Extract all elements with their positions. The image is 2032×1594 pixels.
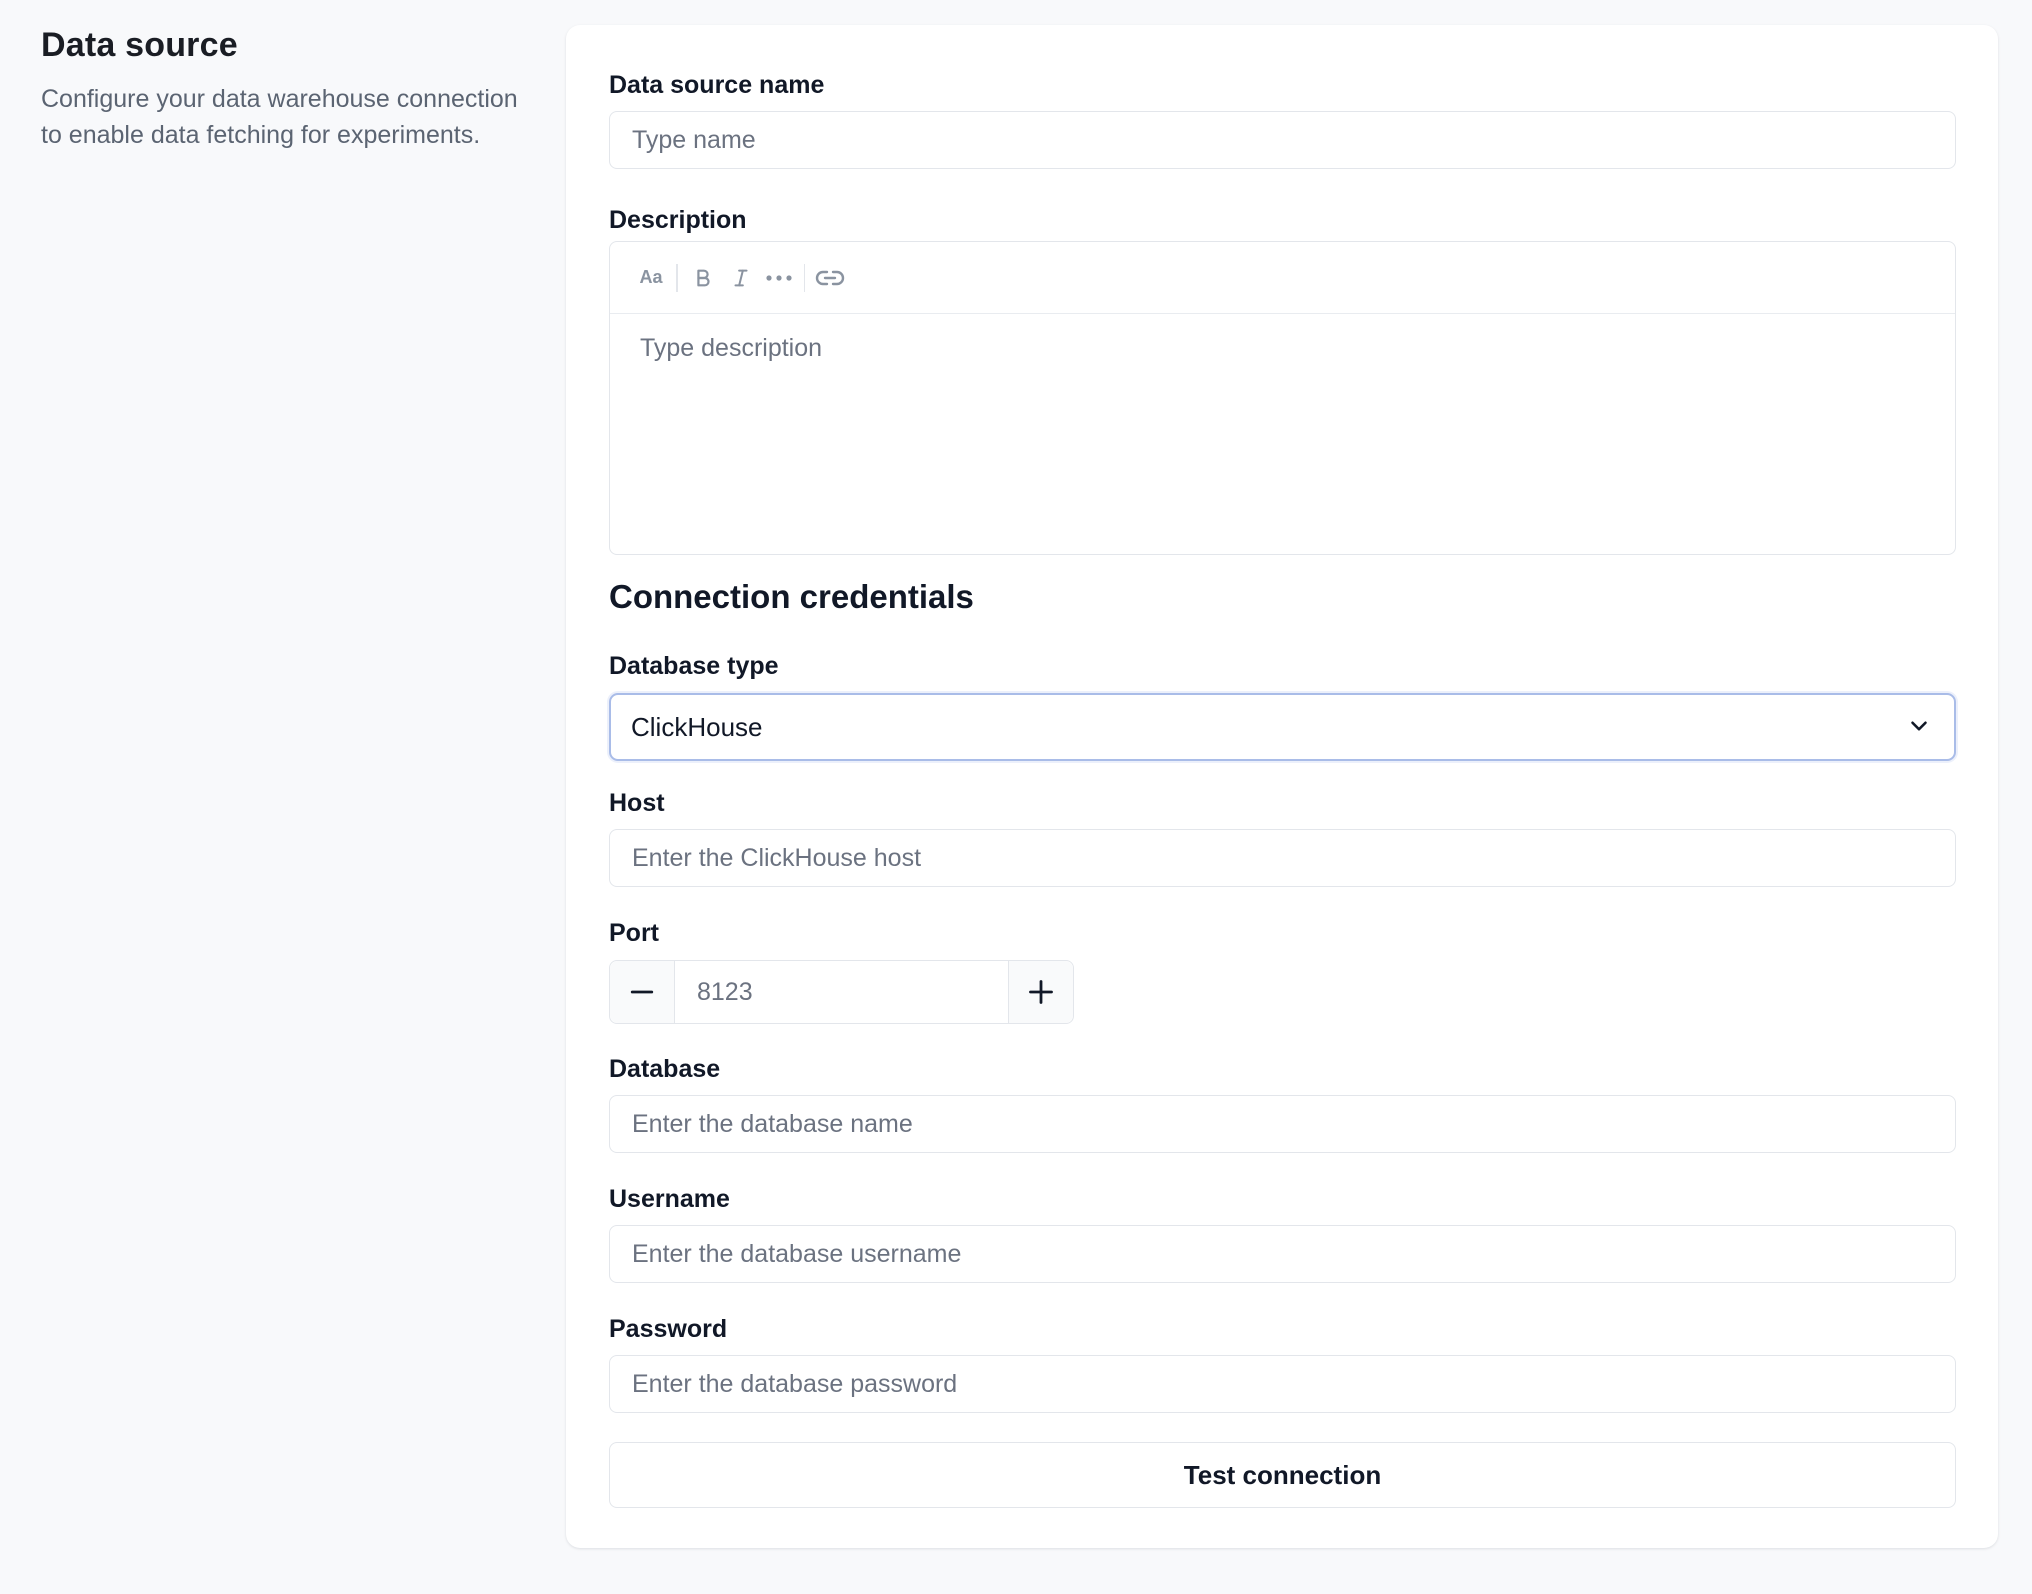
port-value: 8123 xyxy=(697,977,753,1006)
port-label: Port xyxy=(609,919,659,947)
name-label: Data source name xyxy=(609,71,825,99)
password-input-placeholder: Enter the database password xyxy=(632,1369,958,1398)
port-input[interactable]: 8123 xyxy=(675,961,1008,1023)
toolbar-divider xyxy=(803,263,805,292)
description-editor[interactable]: Aa Type description xyxy=(609,241,1956,555)
link-icon[interactable] xyxy=(811,259,849,297)
editor-toolbar: Aa xyxy=(610,242,1955,314)
database-type-label: Database type xyxy=(609,652,779,680)
database-type-select[interactable]: ClickHouse xyxy=(609,693,1956,761)
page-title: Data source xyxy=(41,26,238,64)
italic-icon[interactable] xyxy=(722,259,760,297)
minus-icon xyxy=(630,990,654,994)
username-label: Username xyxy=(609,1185,730,1213)
username-input-placeholder: Enter the database username xyxy=(632,1239,962,1268)
data-source-form-card: Data source name Type name Description A… xyxy=(566,25,1998,1548)
username-input[interactable]: Enter the database username xyxy=(609,1225,1956,1283)
port-decrement-button[interactable] xyxy=(610,961,675,1023)
name-input-placeholder: Type name xyxy=(632,125,756,154)
database-label: Database xyxy=(609,1055,721,1083)
database-input-placeholder: Enter the database name xyxy=(632,1109,913,1138)
password-label: Password xyxy=(609,1315,728,1343)
description-placeholder: Type description xyxy=(640,334,823,362)
host-label: Host xyxy=(609,789,665,817)
host-input[interactable]: Enter the ClickHouse host xyxy=(609,829,1956,887)
port-increment-button[interactable] xyxy=(1008,961,1073,1023)
connection-credentials-heading: Connection credentials xyxy=(609,578,974,615)
database-type-value: ClickHouse xyxy=(631,711,763,742)
text-style-glyph: Aa xyxy=(639,267,663,287)
chevron-down-icon xyxy=(1911,721,1927,731)
test-connection-button[interactable]: Test connection xyxy=(609,1442,1956,1508)
database-input[interactable]: Enter the database name xyxy=(609,1095,1956,1153)
more-icon[interactable] xyxy=(760,259,798,297)
bold-icon[interactable] xyxy=(684,259,722,297)
plus-icon xyxy=(1029,980,1053,1004)
name-input[interactable]: Type name xyxy=(609,111,1956,169)
toolbar-divider xyxy=(676,263,678,292)
host-input-placeholder: Enter the ClickHouse host xyxy=(632,843,922,872)
text-style-icon[interactable]: Aa xyxy=(632,259,670,297)
password-input[interactable]: Enter the database password xyxy=(609,1355,1956,1413)
description-label: Description xyxy=(609,206,747,234)
port-stepper: 8123 xyxy=(609,960,1074,1024)
intro-panel: Data source Configure your data warehous… xyxy=(41,26,521,153)
page-description: Configure your data warehouse connection… xyxy=(41,85,518,149)
